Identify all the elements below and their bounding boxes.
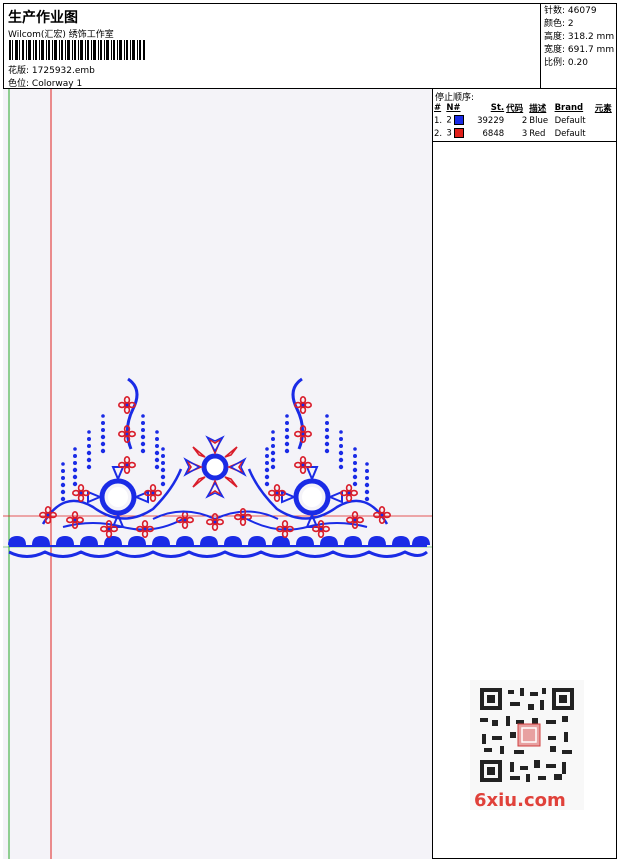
header-panel: 生产作业图 Wilcom(汇宏) 绣饰工作室 花版: 1725932.emb 色…: [3, 3, 541, 89]
panel-divider: [433, 141, 617, 142]
center-motif: [183, 435, 247, 499]
center-vine: [152, 507, 279, 532]
company-name: Wilcom(汇宏) 绣饰工作室: [8, 30, 114, 40]
spec-colors: 颜色: 2: [544, 19, 574, 29]
design-file-row: 花版: 1725932.emb: [8, 63, 95, 76]
specs-panel: 针数: 46079 颜色: 2 高度: 318.2 mm 宽度: 691.7 m…: [541, 3, 617, 89]
barcode: [9, 40, 145, 60]
right-motif: [246, 377, 392, 539]
design-value: 1725932.emb: [31, 66, 95, 76]
spec-height: 高度: 318.2 mm: [544, 32, 615, 42]
table-row: 2. 3 6848 3 Red Default: [434, 128, 586, 139]
spec-width: 宽度: 691.7 mm: [544, 45, 615, 55]
color-swatch-blue: [454, 115, 465, 126]
color-table-header: # N# St. 代码 描述 Brand 元素: [434, 102, 612, 114]
design-label: 花版:: [8, 66, 30, 76]
spec-stitches: 针数: 46079: [544, 6, 597, 16]
embroidery-preview: [3, 89, 432, 859]
color-swatch-red: [454, 128, 465, 139]
spec-scale: 比例: 0.20: [544, 58, 588, 68]
color-table: # N# St. 代码 描述 Brand 元素 1. 2 39229 2 Blu…: [433, 101, 617, 140]
table-row: 1. 2 39229 2 Blue Default: [434, 115, 586, 126]
colorway-label: 色位:: [8, 79, 30, 89]
colorway-value: Colorway 1: [31, 79, 83, 89]
design-canvas: [3, 89, 433, 859]
page-title: 生产作业图: [8, 10, 78, 26]
watermark-site: 6xiu.com: [474, 790, 566, 811]
scallop-border: [8, 536, 430, 558]
colorway-row: 色位: Colorway 1: [8, 76, 82, 89]
